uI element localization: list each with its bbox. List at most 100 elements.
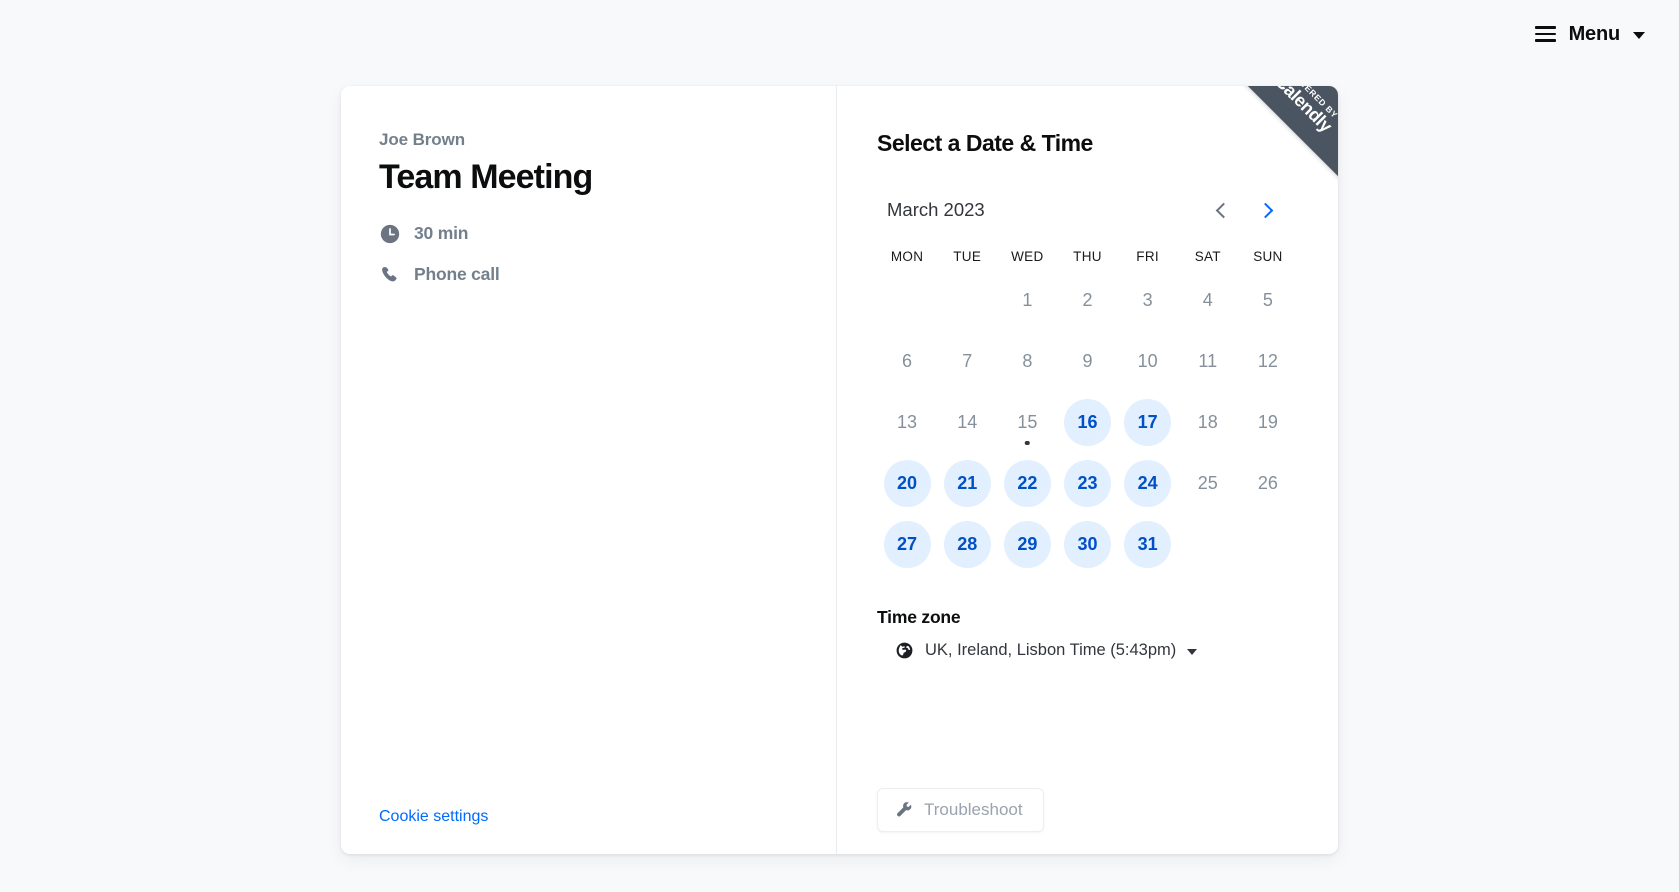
calendar-cell: 31 bbox=[1118, 514, 1178, 575]
calendar-week-row: 27 28 29 30 31 bbox=[877, 514, 1298, 575]
event-duration-label: 30 min bbox=[414, 223, 469, 244]
calendar-day-available[interactable]: 21 bbox=[943, 460, 991, 507]
calendar-cell: 5 bbox=[1238, 270, 1298, 331]
calendar-day-unavailable: 25 bbox=[1184, 460, 1231, 507]
calendar-cell bbox=[1178, 514, 1238, 575]
weekday-label: WED bbox=[1011, 249, 1044, 264]
calendar: MON TUE WED THU FRI SAT SUN 1 2 3 4 5 6 7 8 9 10 11 12 13 1… bbox=[877, 249, 1298, 575]
event-meta-list: 30 min Phone call bbox=[379, 223, 798, 286]
chevron-left-icon bbox=[1215, 202, 1231, 218]
calendar-cell: 28 bbox=[937, 514, 997, 575]
calendar-day-available[interactable]: 16 bbox=[1063, 399, 1111, 446]
calendar-day-unavailable: 11 bbox=[1184, 338, 1231, 385]
chevron-right-icon bbox=[1257, 202, 1273, 218]
calendar-cell: 1 bbox=[997, 270, 1057, 331]
weekday-label: MON bbox=[890, 249, 924, 264]
today-indicator-dot bbox=[1025, 440, 1030, 445]
globe-icon bbox=[896, 642, 913, 659]
calendar-day-available[interactable]: 24 bbox=[1124, 460, 1172, 507]
calendar-week-row: 6 7 8 9 10 11 12 bbox=[877, 331, 1298, 392]
calendar-cell: 16 bbox=[1057, 392, 1117, 453]
next-month-button[interactable] bbox=[1244, 189, 1286, 231]
calendar-day-available[interactable]: 22 bbox=[1003, 460, 1051, 507]
calendar-cell: 4 bbox=[1178, 270, 1238, 331]
calendar-cell: 24 bbox=[1118, 453, 1178, 514]
calendar-cell: 22 bbox=[997, 453, 1057, 514]
calendar-day-unavailable: 8 bbox=[1004, 338, 1051, 385]
calendar-day-available[interactable]: 30 bbox=[1063, 521, 1111, 568]
calendar-cell: 7 bbox=[937, 331, 997, 392]
calendar-day-available[interactable]: 27 bbox=[883, 521, 931, 568]
calendar-cell: 23 bbox=[1057, 453, 1117, 514]
menu-button[interactable]: Menu bbox=[1534, 22, 1645, 46]
phone-icon bbox=[382, 266, 397, 282]
calendar-day-unavailable: 18 bbox=[1184, 399, 1231, 446]
calendar-cell bbox=[1238, 514, 1298, 575]
calendar-cell: 10 bbox=[1118, 331, 1178, 392]
top-bar: Menu bbox=[0, 0, 1679, 68]
calendar-cell: 20 bbox=[877, 453, 937, 514]
event-location-row: Phone call bbox=[379, 264, 798, 286]
calendar-cell: 25 bbox=[1178, 453, 1238, 514]
wrench-icon bbox=[897, 802, 912, 817]
calendar-cell: 29 bbox=[997, 514, 1057, 575]
weekday-label: SUN bbox=[1253, 249, 1283, 264]
weekday-label: THU bbox=[1073, 249, 1102, 264]
calendar-cell: 6 bbox=[877, 331, 937, 392]
calendar-day-available[interactable]: 28 bbox=[943, 521, 991, 568]
calendar-cell: 2 bbox=[1057, 270, 1117, 331]
calendar-day-unavailable: 14 bbox=[944, 399, 991, 446]
menu-label: Menu bbox=[1568, 22, 1621, 45]
calendar-cell: 30 bbox=[1057, 514, 1117, 575]
calendar-day-unavailable: 7 bbox=[944, 338, 991, 385]
calendar-cell: 18 bbox=[1178, 392, 1238, 453]
host-name: Joe Brown bbox=[379, 130, 466, 149]
chevron-down-icon bbox=[1187, 649, 1198, 655]
timezone-block: Time zone UK, Ireland, Lisbon Time (5:43… bbox=[877, 607, 1298, 660]
calendar-cell: 27 bbox=[877, 514, 937, 575]
calendar-day-unavailable: 19 bbox=[1244, 399, 1291, 446]
timezone-select[interactable]: UK, Ireland, Lisbon Time (5:43pm) bbox=[877, 641, 1298, 660]
calendar-cell: 19 bbox=[1238, 392, 1298, 453]
previous-month-button[interactable] bbox=[1202, 189, 1244, 231]
booking-card: Joe Brown Team Meeting 30 min Phone call bbox=[341, 86, 1338, 854]
calendar-week-row: 12345 bbox=[877, 270, 1298, 331]
calendar-day-unavailable: 10 bbox=[1124, 338, 1171, 385]
calendar-day-unavailable: 3 bbox=[1124, 277, 1171, 324]
event-title: Team Meeting bbox=[379, 158, 593, 196]
calendar-week-row: 20 21 22 23 24 25 26 bbox=[877, 453, 1298, 514]
hamburger-icon[interactable] bbox=[1534, 26, 1556, 42]
calendar-cell: 11 bbox=[1178, 331, 1238, 392]
calendar-cell bbox=[937, 270, 997, 331]
calendar-cell: 21 bbox=[937, 453, 997, 514]
calendar-day-available[interactable]: 20 bbox=[883, 460, 931, 507]
calendar-day-available[interactable]: 17 bbox=[1124, 399, 1172, 446]
calendar-day-unavailable: 2 bbox=[1064, 277, 1111, 324]
calendar-week-row: 13 14 15 16 17 18 19 bbox=[877, 392, 1298, 453]
page-title: Select a Date & Time bbox=[877, 130, 1093, 156]
calendar-body: 1 2 3 4 5 6 7 8 9 10 11 12 13 14 15 16 17 18 19 20 21 22 23 24 2… bbox=[877, 270, 1298, 575]
calendar-day-unavailable: 13 bbox=[884, 399, 931, 446]
event-location-label: Phone call bbox=[414, 264, 500, 285]
event-details-panel: Joe Brown Team Meeting 30 min Phone call bbox=[341, 86, 837, 854]
troubleshoot-button[interactable]: Troubleshoot bbox=[877, 788, 1044, 832]
weekday-label: TUE bbox=[953, 249, 982, 264]
calendar-day-available[interactable]: 23 bbox=[1063, 460, 1111, 507]
calendar-cell: 17 bbox=[1118, 392, 1178, 453]
clock-icon bbox=[380, 224, 400, 243]
timezone-value: UK, Ireland, Lisbon Time (5:43pm) bbox=[925, 641, 1177, 659]
month-navigation: March 2023 bbox=[877, 193, 1298, 227]
calendar-cell: 9 bbox=[1057, 331, 1117, 392]
calendar-day-unavailable: 26 bbox=[1244, 460, 1291, 507]
cookie-settings-link[interactable]: Cookie settings bbox=[379, 808, 488, 826]
calendar-cell: 13 bbox=[877, 392, 937, 453]
troubleshoot-label: Troubleshoot bbox=[924, 800, 1023, 819]
calendar-weekday-header: MON TUE WED THU FRI SAT SUN bbox=[877, 249, 1298, 270]
weekday-label: FRI bbox=[1136, 249, 1159, 264]
calendar-day-available[interactable]: 29 bbox=[1003, 521, 1051, 568]
calendar-day-available[interactable]: 31 bbox=[1124, 521, 1172, 568]
calendar-cell: 3 bbox=[1118, 270, 1178, 331]
calendar-cell: 26 bbox=[1238, 453, 1298, 514]
event-duration-row: 30 min bbox=[379, 223, 798, 245]
calendar-cell: 14 bbox=[937, 392, 997, 453]
